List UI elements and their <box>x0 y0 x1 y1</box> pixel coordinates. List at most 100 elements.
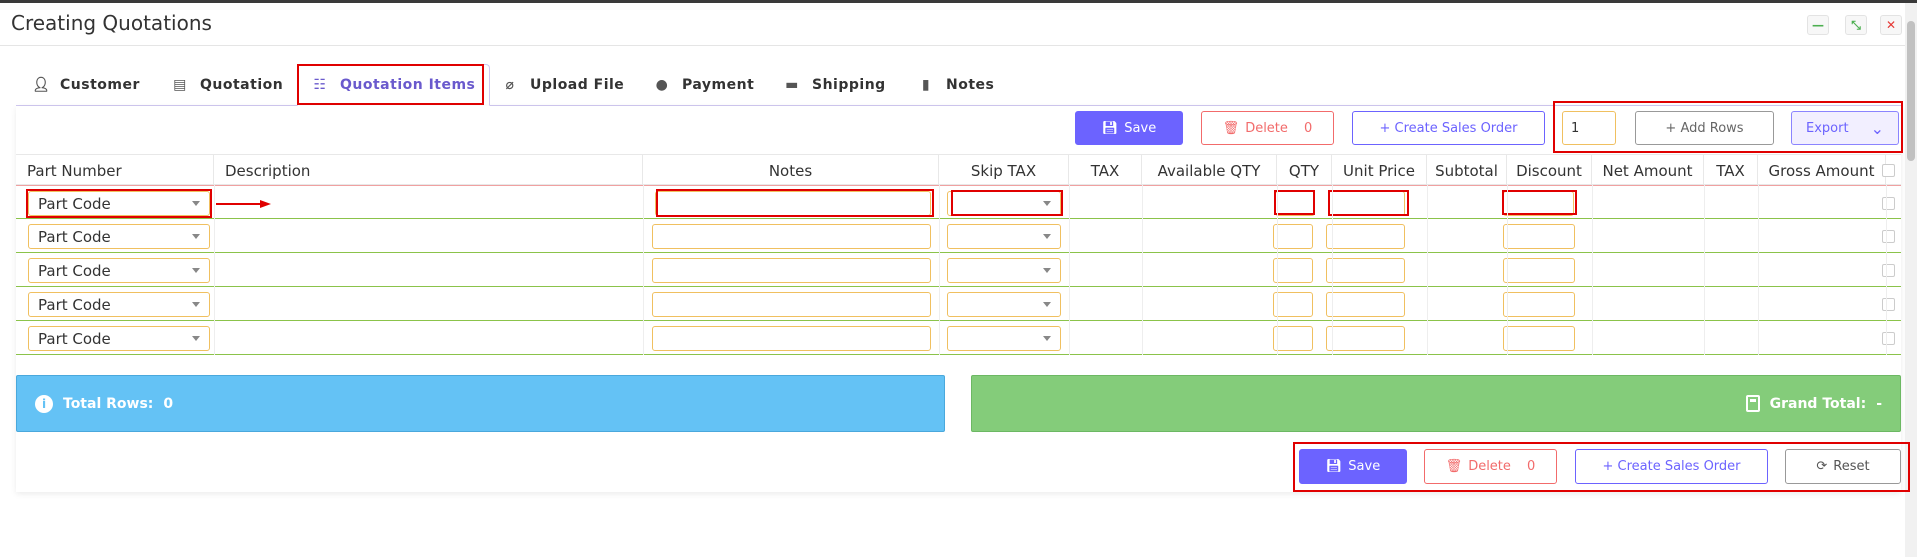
notes-input[interactable] <box>652 258 931 283</box>
title-bar: Creating Quotations — ⤡ ✕ <box>0 3 1905 46</box>
reset-button[interactable]: ⟳ Reset <box>1785 449 1901 484</box>
caret-down-icon <box>192 201 200 206</box>
tab-shipping[interactable]: ▬ Shipping <box>784 64 886 106</box>
row-checkbox[interactable] <box>1882 264 1895 277</box>
delete-count: 0 <box>1304 120 1313 136</box>
grand-total-label: Grand Total: <box>1769 395 1867 412</box>
unit-price-input[interactable] <box>1326 258 1405 283</box>
column-divider <box>1332 185 1333 355</box>
qty-input[interactable] <box>1275 191 1315 216</box>
tab-label: Customer <box>60 77 140 93</box>
discount-input[interactable] <box>1503 191 1574 216</box>
footer-save-button[interactable]: 💾︎ Save <box>1299 449 1407 484</box>
restore-button[interactable]: ⤡ <box>1845 15 1867 35</box>
column-header: Subtotal <box>1427 155 1507 186</box>
minimize-button[interactable]: — <box>1807 15 1829 35</box>
unit-price-input[interactable] <box>1326 224 1405 249</box>
discount-input[interactable] <box>1503 292 1575 317</box>
qty-input[interactable] <box>1273 258 1313 283</box>
footer-delete-button[interactable]: 🗑︎ Delete 0 <box>1424 449 1557 484</box>
total-rows-label: Total Rows: <box>63 395 154 412</box>
total-rows-box: i Total Rows: 0 <box>16 375 945 432</box>
part-code-select[interactable]: Part Code <box>28 292 210 317</box>
column-header: Skip TAX <box>939 155 1069 186</box>
column-divider <box>1886 185 1887 355</box>
save-icon: 💾︎ <box>1325 459 1343 474</box>
qty-input[interactable] <box>1273 224 1313 249</box>
tab-label: Quotation <box>200 77 284 93</box>
export-dropdown[interactable]: Export ⌄ <box>1791 111 1899 145</box>
grand-total-value: - <box>1876 395 1882 412</box>
column-divider <box>1507 185 1508 355</box>
row-checkbox[interactable] <box>1882 230 1895 243</box>
caret-down-icon <box>1043 336 1051 341</box>
vertical-scrollbar[interactable] <box>1905 3 1917 557</box>
tab-bar: 👤︎ Customer ▤ Quotation ☷ Quotation Item… <box>16 64 1901 106</box>
skip-tax-select[interactable] <box>947 292 1061 317</box>
column-header: Notes <box>643 155 939 186</box>
discount-input[interactable] <box>1503 326 1575 351</box>
tab-upload-file[interactable]: ⌀ Upload File <box>502 64 624 106</box>
column-header: Part Number <box>16 155 214 186</box>
rows-count-input[interactable]: 1 <box>1562 111 1616 145</box>
notes-input[interactable] <box>655 191 931 216</box>
row-checkbox[interactable] <box>1882 197 1895 210</box>
unit-price-input[interactable] <box>1328 191 1405 216</box>
table-row: Part Code <box>16 185 1901 219</box>
select-all-checkbox[interactable] <box>1882 164 1895 177</box>
column-divider <box>1277 185 1278 355</box>
refresh-icon: ⟳ <box>1816 459 1828 474</box>
unit-price-input[interactable] <box>1326 326 1405 351</box>
skip-tax-select[interactable] <box>947 258 1061 283</box>
close-button[interactable]: ✕ <box>1880 15 1902 35</box>
total-rows-value: 0 <box>163 395 174 412</box>
user-icon: 👤︎ <box>32 77 51 93</box>
discount-input[interactable] <box>1503 224 1575 249</box>
column-header: Unit Price <box>1332 155 1427 186</box>
column-divider <box>214 185 215 355</box>
table-header: Part Number Description Notes Skip TAX T… <box>16 154 1901 186</box>
document-icon: ▤ <box>173 77 187 93</box>
column-header: Available QTY <box>1142 155 1277 186</box>
column-divider <box>643 185 644 355</box>
save-button[interactable]: 💾︎ Save <box>1075 111 1183 145</box>
unit-price-input[interactable] <box>1326 292 1405 317</box>
add-rows-button[interactable]: + Add Rows <box>1635 111 1774 145</box>
footer-create-sales-order-button[interactable]: + Create Sales Order <box>1575 449 1768 484</box>
tab-quotation[interactable]: ▤ Quotation <box>172 64 283 106</box>
column-header: Net Amount <box>1592 155 1704 186</box>
column-header: Description <box>214 155 643 186</box>
discount-input[interactable] <box>1503 258 1575 283</box>
row-checkbox[interactable] <box>1882 298 1895 311</box>
qty-input[interactable] <box>1273 326 1313 351</box>
scroll-thumb[interactable] <box>1907 21 1915 161</box>
delete-count: 0 <box>1527 459 1536 474</box>
qty-input[interactable] <box>1273 292 1313 317</box>
notes-input[interactable] <box>652 326 931 351</box>
tab-quotation-items[interactable]: ☷ Quotation Items <box>297 64 491 106</box>
row-checkbox[interactable] <box>1882 332 1895 345</box>
tab-payment[interactable]: ● Payment <box>654 64 754 106</box>
tab-notes[interactable]: ▮ Notes <box>918 64 994 106</box>
skip-tax-select[interactable] <box>947 326 1061 351</box>
caret-down-icon <box>1043 201 1051 206</box>
notes-input[interactable] <box>652 292 931 317</box>
trash-icon: 🗑︎ <box>1222 120 1240 136</box>
tab-label: Notes <box>946 77 995 93</box>
info-icon: i <box>35 394 53 413</box>
tab-customer[interactable]: 👤︎ Customer <box>32 64 140 106</box>
caret-down-icon <box>192 234 200 239</box>
column-divider <box>1427 185 1428 355</box>
part-code-select[interactable]: Part Code <box>28 326 210 351</box>
column-header: TAX <box>1069 155 1142 186</box>
delete-button[interactable]: 🗑︎ Delete 0 <box>1201 111 1334 145</box>
skip-tax-select[interactable] <box>947 224 1061 249</box>
create-sales-order-button[interactable]: + Create Sales Order <box>1352 111 1545 145</box>
tab-label: Quotation Items <box>340 77 476 93</box>
part-code-select[interactable]: Part Code <box>28 258 210 283</box>
skip-tax-select[interactable] <box>947 191 1061 216</box>
part-code-select[interactable]: Part Code <box>28 191 210 216</box>
part-code-select[interactable]: Part Code <box>28 224 210 249</box>
paperclip-icon: ⌀ <box>505 77 515 93</box>
notes-input[interactable] <box>652 224 931 249</box>
